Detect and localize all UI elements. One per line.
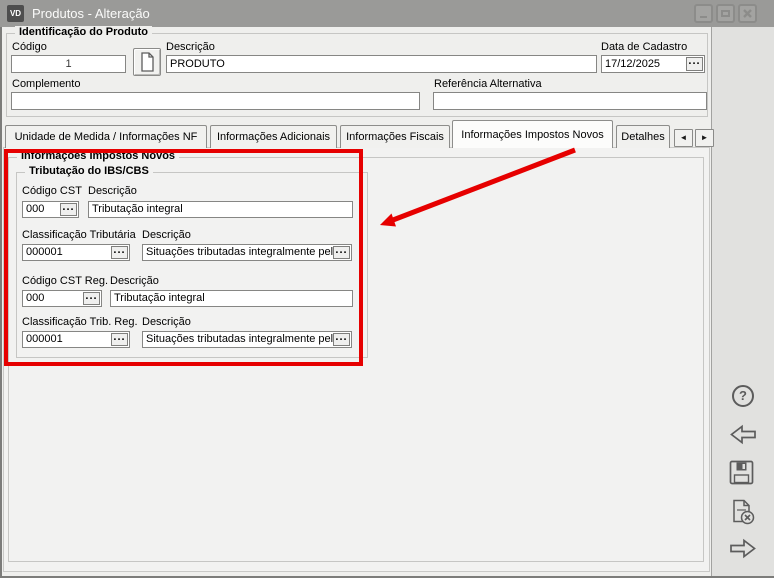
maximize-icon [721,10,730,17]
copy-product-button[interactable] [133,48,161,76]
codigo-cst-reg-desc-label: Descrição [110,275,159,287]
save-icon [729,460,755,486]
codigo-cst-reg-field[interactable]: 000 ... [22,290,102,307]
tab-informacoes-impostos-novos[interactable]: Informações Impostos Novos [452,120,613,148]
app-icon: VD [7,5,24,22]
help-icon: ? [732,385,754,407]
classificacao-tributaria-value: 000001 [26,246,63,258]
codigo-cst-reg-desc-field[interactable]: Tributação integral [110,290,353,307]
referencia-field[interactable] [433,92,707,110]
codigo-cst-desc-label: Descrição [88,185,137,197]
left-triangle-icon: ◄ [680,133,688,142]
tab-informacoes-adicionais[interactable]: Informações Adicionais [210,125,337,148]
data-cadastro-value: 17/12/2025 [605,58,660,70]
ellipsis-icon: ... [335,246,347,256]
classificacao-trib-reg-desc-value: Situações tributadas integralmente pelo [146,333,339,345]
classificacao-tributaria-lookup-button[interactable]: ... [111,246,128,259]
minimize-icon [700,16,707,18]
classificacao-tributaria-desc-label: Descrição [142,229,191,241]
save-button[interactable] [729,460,757,488]
referencia-label: Referência Alternativa [434,78,542,90]
codigo-cst-field[interactable]: 000 ... [22,201,79,218]
classificacao-trib-reg-desc-button[interactable]: ... [333,333,350,346]
tab-scroll-left-button[interactable]: ◄ [674,129,693,147]
classificacao-tributaria-desc-button[interactable]: ... [333,246,350,259]
window-border-left [0,27,2,578]
ellipsis-icon: ... [113,333,125,343]
tributacao-group-title: Tributação do IBS/CBS [25,165,153,177]
codigo-cst-reg-lookup-button[interactable]: ... [83,292,100,305]
classificacao-tributaria-field[interactable]: 000001 ... [22,244,130,261]
close-button[interactable] [738,4,757,23]
classificacao-tributaria-label: Classificação Tributária [22,229,136,241]
classificacao-trib-reg-field[interactable]: 000001 ... [22,331,130,348]
forward-arrow-icon [729,537,757,560]
codigo-label: Código [12,41,47,53]
document-icon [139,52,165,78]
window-title: Produtos - Alteração [32,0,150,27]
classificacao-tributaria-desc-value: Situações tributadas integralmente pelo [146,246,339,258]
complemento-label: Complemento [12,78,80,90]
descricao-field[interactable]: PRODUTO [166,55,597,73]
classificacao-trib-reg-label: Classificação Trib. Reg. [22,316,138,328]
date-picker-button[interactable]: ... [686,57,703,71]
tab-scroll-right-button[interactable]: ► [695,129,714,147]
close-icon [740,6,755,21]
classificacao-trib-reg-lookup-button[interactable]: ... [111,333,128,346]
data-cadastro-label: Data de Cadastro [601,41,687,53]
maximize-button[interactable] [716,4,735,23]
codigo-cst-label: Código CST [22,185,82,197]
codigo-cst-reg-value: 000 [26,292,44,304]
classificacao-trib-reg-desc-field[interactable]: Situações tributadas integralmente pelo … [142,331,352,348]
delete-record-button[interactable] [729,498,757,526]
forward-button[interactable] [729,537,757,565]
classificacao-trib-reg-value: 000001 [26,333,63,345]
classificacao-tributaria-desc-field[interactable]: Situações tributadas integralmente pelo … [142,244,352,261]
right-toolbar: ? [711,27,774,576]
minimize-button[interactable] [694,4,713,23]
codigo-field[interactable]: 1 [11,55,126,73]
complemento-field[interactable] [11,92,420,110]
delete-document-icon [729,498,757,526]
titlebar: VD Produtos - Alteração [0,0,774,27]
codigo-cst-lookup-button[interactable]: ... [60,203,77,216]
help-button[interactable]: ? [729,384,757,412]
codigo-cst-value: 000 [26,203,44,215]
ellipsis-icon: ... [688,57,700,67]
back-button[interactable] [729,423,757,451]
tab-unidade-medida[interactable]: Unidade de Medida / Informações NF [5,125,207,148]
ellipsis-icon: ... [85,292,97,302]
ellipsis-icon: ... [62,203,74,213]
tab-informacoes-fiscais[interactable]: Informações Fiscais [340,125,450,148]
right-triangle-icon: ► [701,133,709,142]
codigo-cst-desc-field[interactable]: Tributação integral [88,201,353,218]
product-edit-window: VD Produtos - Alteração Identificação do… [0,0,774,578]
ellipsis-icon: ... [113,246,125,256]
data-cadastro-field[interactable]: 17/12/2025 ... [601,55,705,73]
back-arrow-icon [729,423,757,446]
tab-detalhes[interactable]: Detalhes [616,125,670,148]
codigo-cst-reg-label: Código CST Reg. [22,275,108,287]
impostos-group-title: Informações Impostos Novos [17,150,179,162]
ellipsis-icon: ... [335,333,347,343]
identification-group-title: Identificação do Produto [15,26,152,38]
descricao-label: Descrição [166,41,215,53]
classificacao-trib-reg-desc-label: Descrição [142,316,191,328]
